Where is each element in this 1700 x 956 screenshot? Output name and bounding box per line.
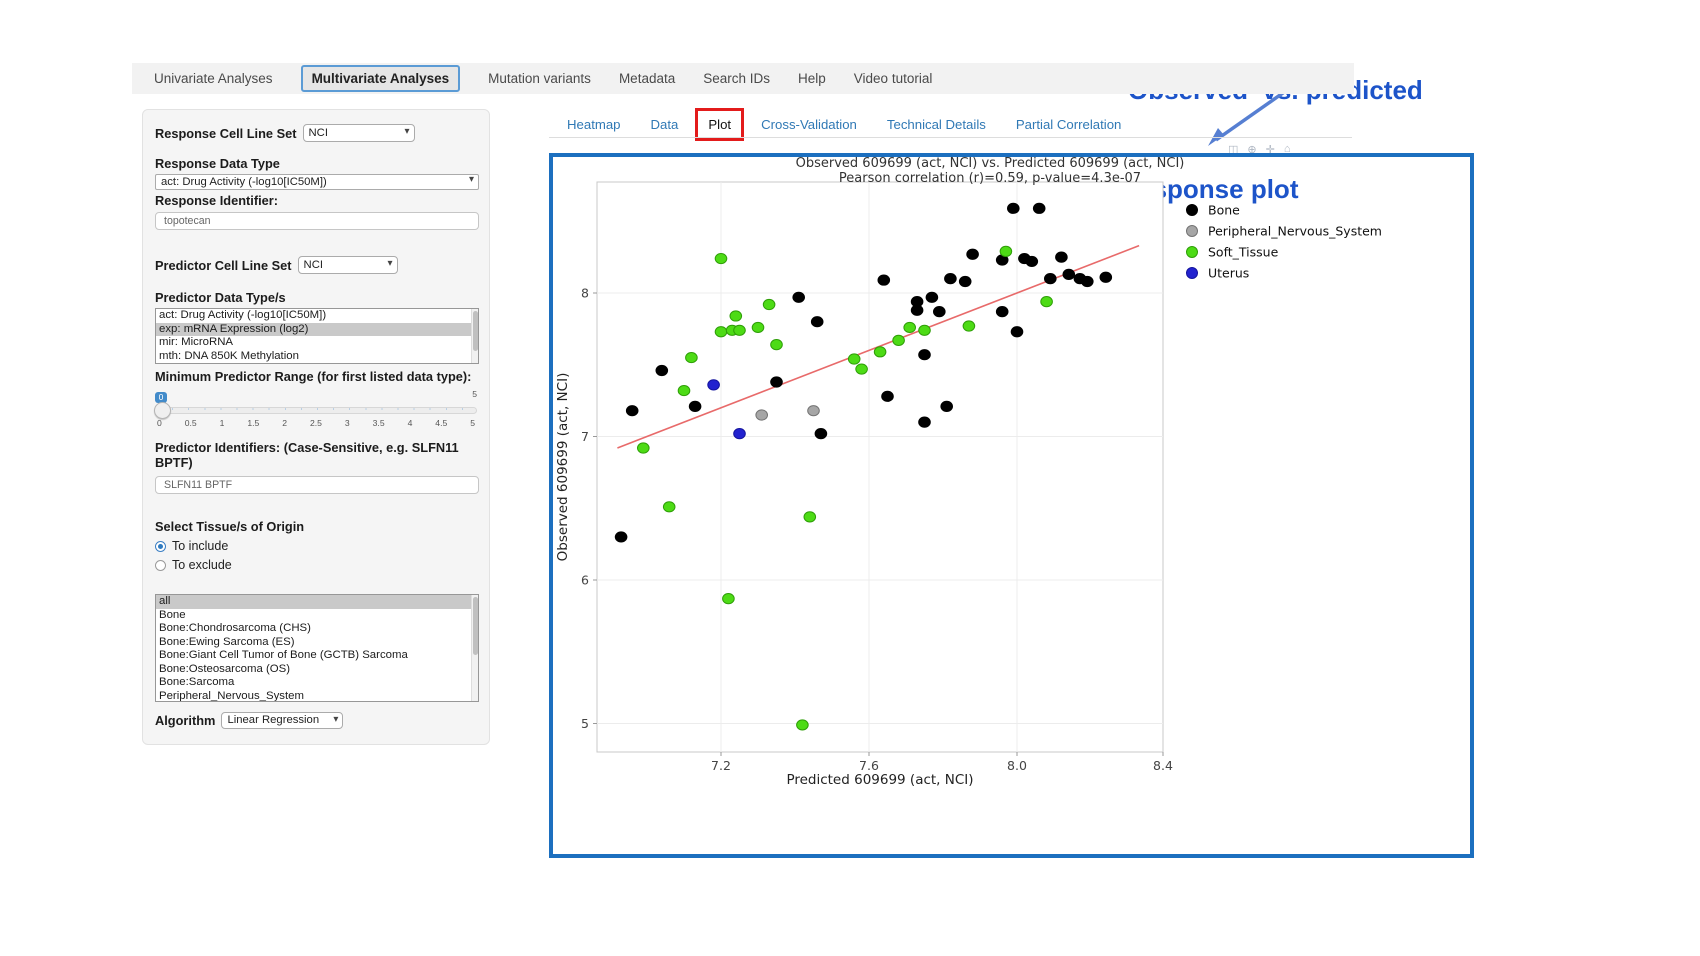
list-item[interactable]: act: Drug Activity (-log10[IC50M]): [156, 309, 478, 323]
min-predictor-range-label: Minimum Predictor Range (for first liste…: [155, 369, 475, 384]
response-identifier-label: Response Identifier:: [155, 193, 477, 208]
tissue-listbox[interactable]: all Bone Bone:Chondrosarcoma (CHS) Bone:…: [155, 594, 479, 702]
predictor-identifiers-label: Predictor Identifiers: (Case-Sensitive, …: [155, 440, 475, 470]
nav-tab-video-tutorial[interactable]: Video tutorial: [854, 71, 933, 86]
list-item[interactable]: mir: MicroRNA: [156, 336, 478, 350]
response-data-type-label: Response Data Type: [155, 156, 477, 171]
list-item[interactable]: all: [156, 595, 478, 609]
nav-tab-multivariate-analyses[interactable]: Multivariate Analyses: [301, 65, 461, 92]
radio-to-exclude-label: To exclude: [172, 558, 232, 572]
nav-tab-univariate-analyses[interactable]: Univariate Analyses: [154, 71, 273, 86]
scrollbar[interactable]: [471, 309, 478, 363]
list-item[interactable]: mth: DNA 850K Methylation: [156, 350, 478, 364]
list-item[interactable]: Bone:Giant Cell Tumor of Bone (GCTB) Sar…: [156, 649, 478, 663]
nav-tab-metadata[interactable]: Metadata: [619, 71, 675, 86]
divider: [549, 137, 1352, 138]
list-item[interactable]: Bone: [156, 609, 478, 623]
predictor-data-types-listbox[interactable]: act: Drug Activity (-log10[IC50M]) exp: …: [155, 308, 479, 364]
chevron-down-icon: ▾: [469, 174, 474, 186]
nav-tab-mutation-variants[interactable]: Mutation variants: [488, 71, 591, 86]
algorithm-label: Algorithm: [155, 713, 215, 728]
main-nav: Univariate Analyses Multivariate Analyse…: [132, 63, 1354, 94]
response-cell-line-set-select[interactable]: NCI ▾: [303, 124, 415, 142]
predictor-cell-line-set-label: Predictor Cell Line Set: [155, 258, 292, 273]
result-tabs: Heatmap Data Plot Cross-Validation Techn…: [567, 107, 1121, 141]
control-sidebar: Response Cell Line Set NCI ▾ Response Da…: [142, 109, 490, 745]
slider-handle[interactable]: [154, 402, 171, 419]
list-item[interactable]: Bone:Sarcoma: [156, 676, 478, 690]
algorithm-select[interactable]: Linear Regression ▾: [221, 712, 343, 729]
nav-tab-search-ids[interactable]: Search IDs: [703, 71, 770, 86]
plot-highlight-border: [549, 153, 1474, 858]
tissue-origin-label: Select Tissue/s of Origin: [155, 519, 477, 534]
subtab-cross-validation[interactable]: Cross-Validation: [761, 117, 857, 132]
radio-to-exclude[interactable]: [155, 560, 166, 571]
subtab-heatmap[interactable]: Heatmap: [567, 117, 621, 132]
list-item[interactable]: Bone:Osteosarcoma (OS): [156, 663, 478, 677]
response-data-type-select[interactable]: act: Drug Activity (-log10[IC50M]) ▾: [155, 174, 479, 190]
slider-max-label: 5: [472, 389, 477, 399]
predictor-cell-line-set-select[interactable]: NCI ▾: [298, 256, 398, 274]
list-item[interactable]: Bone:Ewing Sarcoma (ES): [156, 636, 478, 650]
nav-tab-help[interactable]: Help: [798, 71, 826, 86]
scrollbar[interactable]: [471, 595, 478, 701]
min-predictor-range-slider[interactable]: [155, 407, 477, 414]
predictor-data-types-label: Predictor Data Type/s: [155, 290, 477, 305]
predictor-identifiers-input[interactable]: SLFN11 BPTF: [155, 476, 479, 494]
list-item[interactable]: exp: mRNA Expression (log2): [156, 323, 478, 337]
list-item[interactable]: Peripheral_Nervous_System: [156, 690, 478, 703]
response-cell-line-set-label: Response Cell Line Set: [155, 126, 297, 141]
response-identifier-input[interactable]: topotecan: [155, 212, 479, 230]
list-item[interactable]: Bone:Chondrosarcoma (CHS): [156, 622, 478, 636]
subtab-plot[interactable]: Plot: [695, 108, 744, 141]
radio-to-include-label: To include: [172, 539, 228, 553]
slider-tick-labels: 00.511.522.533.544.55: [155, 418, 477, 428]
chevron-down-icon: ▾: [404, 125, 409, 139]
subtab-data[interactable]: Data: [651, 117, 679, 132]
chevron-down-icon: ▾: [333, 713, 338, 726]
chevron-down-icon: ▾: [388, 257, 393, 271]
radio-to-include[interactable]: [155, 541, 166, 552]
subtab-technical-details[interactable]: Technical Details: [887, 117, 986, 132]
subtab-partial-correlation[interactable]: Partial Correlation: [1016, 117, 1122, 132]
